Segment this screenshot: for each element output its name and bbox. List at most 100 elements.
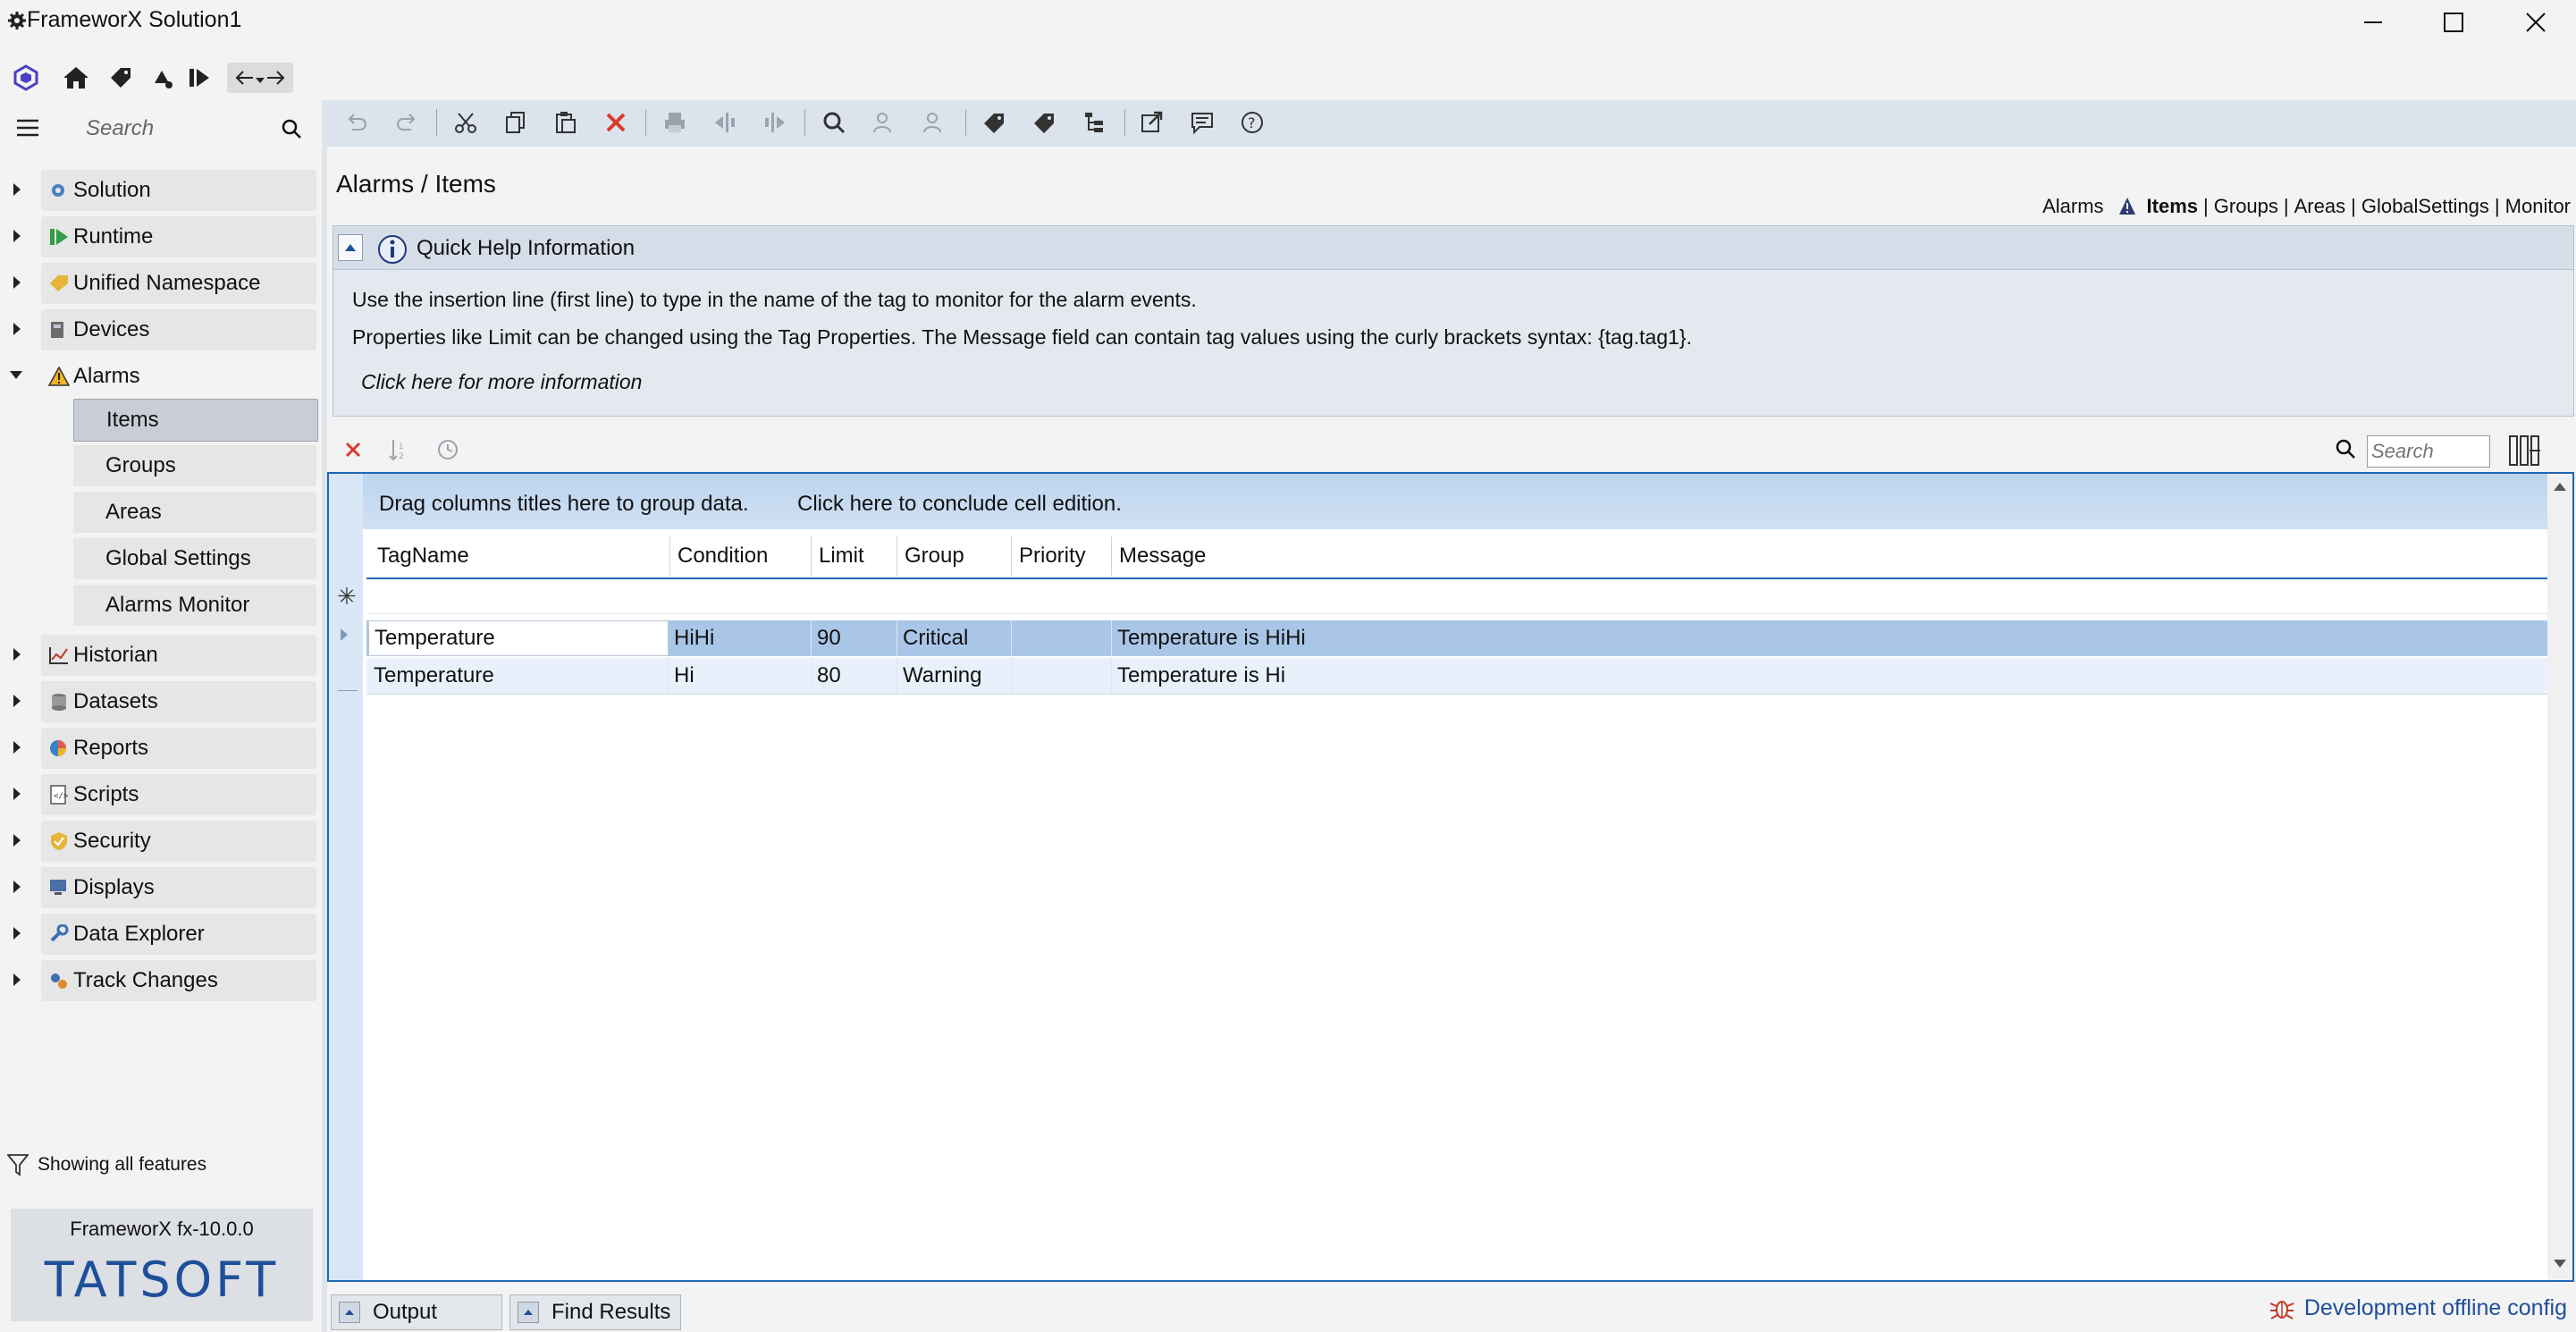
column-chooser-icon[interactable] — [2508, 434, 2542, 467]
cube-icon[interactable] — [11, 63, 41, 93]
link-alarms[interactable]: Alarms — [2042, 195, 2103, 218]
undo-icon[interactable] — [341, 107, 372, 138]
tags-icon[interactable] — [105, 63, 136, 93]
cell-tagname[interactable]: Temperature — [368, 658, 669, 694]
sidebar-item-data-explorer[interactable]: Data Explorer — [41, 914, 316, 955]
expand-arrow-icon[interactable] — [13, 275, 23, 290]
vertical-scrollbar[interactable] — [2547, 474, 2572, 1280]
sidebar-search-icon[interactable] — [281, 118, 302, 139]
cut-icon[interactable] — [450, 107, 481, 138]
grid-search-input[interactable] — [2367, 435, 2490, 468]
cell-message[interactable]: Temperature is Hi — [1112, 658, 2542, 694]
collapse-arrow-icon[interactable] — [9, 370, 22, 384]
cell-priority[interactable] — [1012, 620, 1112, 656]
feature-filter[interactable]: Showing all features — [7, 1153, 206, 1176]
link-monitor[interactable]: Monitor — [2505, 195, 2571, 218]
link-globalsettings[interactable]: GlobalSettings — [2361, 195, 2489, 218]
sidebar-item-scripts[interactable]: </> Scripts — [41, 774, 316, 815]
collapse-help-button[interactable] — [338, 234, 363, 261]
run-icon[interactable] — [184, 63, 215, 93]
open-external-icon[interactable] — [1137, 107, 1167, 138]
column-header-group[interactable]: Group — [897, 536, 1012, 576]
column-header-tagname[interactable]: TagName — [370, 536, 670, 576]
conclude-edit-link[interactable]: Click here to conclude cell edition. — [797, 492, 1122, 517]
sidebar-subitem-areas[interactable]: Areas — [73, 492, 316, 533]
sidebar-item-historian[interactable]: Historian — [41, 635, 316, 676]
hierarchy-icon[interactable] — [1080, 107, 1110, 138]
sidebar-subitem-items[interactable]: Items — [73, 399, 318, 442]
delete-icon[interactable] — [601, 107, 631, 138]
hamburger-menu-icon[interactable] — [16, 118, 39, 138]
cell-group[interactable]: Warning — [897, 658, 1012, 694]
cell-condition[interactable]: Hi — [669, 658, 812, 694]
expand-arrow-icon[interactable] — [13, 740, 23, 755]
help-icon[interactable]: ? — [1237, 107, 1267, 138]
sidebar-item-solution[interactable]: Solution — [41, 170, 316, 211]
history-icon[interactable] — [436, 438, 459, 461]
expand-arrow-icon[interactable] — [13, 647, 23, 662]
import-icon[interactable] — [710, 107, 740, 138]
sidebar-item-track-changes[interactable]: Track Changes — [41, 960, 316, 1001]
expand-arrow-icon[interactable] — [13, 973, 23, 987]
expand-arrow-icon[interactable] — [13, 880, 23, 894]
insertion-row[interactable] — [366, 579, 2547, 614]
find-results-tab[interactable]: Find Results — [509, 1294, 681, 1330]
sidebar-item-security[interactable]: Security — [41, 821, 316, 862]
more-info-link[interactable]: Click here for more information — [361, 370, 642, 394]
sidebar-item-runtime[interactable]: Runtime — [41, 216, 316, 257]
cell-group[interactable]: Critical — [897, 620, 1012, 656]
output-tab[interactable]: Output — [331, 1294, 502, 1330]
cell-condition[interactable]: HiHi — [669, 620, 812, 656]
sidebar-item-datasets[interactable]: Datasets — [41, 681, 316, 722]
tag-refresh-icon[interactable] — [1030, 107, 1060, 138]
sidebar-subitem-global-settings[interactable]: Global Settings — [73, 538, 316, 579]
paint-icon[interactable] — [147, 63, 177, 93]
scroll-up-icon[interactable] — [2553, 481, 2567, 492]
column-header-priority[interactable]: Priority — [1012, 536, 1112, 576]
cell-limit[interactable]: 90 — [812, 620, 897, 656]
expand-arrow-icon[interactable] — [13, 229, 23, 243]
sidebar-subitem-groups[interactable]: Groups — [73, 445, 316, 486]
expand-arrow-icon[interactable] — [13, 787, 23, 801]
column-header-condition[interactable]: Condition — [670, 536, 812, 576]
maximize-button[interactable] — [2413, 0, 2494, 45]
link-areas[interactable]: Areas — [2294, 195, 2345, 218]
clear-filter-icon[interactable] — [343, 440, 363, 459]
tag-check-icon[interactable] — [980, 107, 1010, 138]
forward-arrow-icon[interactable] — [266, 69, 286, 87]
expand-arrow-icon[interactable] — [13, 322, 23, 336]
minimize-button[interactable] — [2333, 0, 2413, 45]
print-icon[interactable] — [660, 107, 690, 138]
expand-arrow-icon[interactable] — [13, 833, 23, 847]
cell-limit[interactable]: 80 — [812, 658, 897, 694]
expand-arrow-icon[interactable] — [13, 182, 23, 197]
expand-arrow-icon[interactable] — [13, 926, 23, 940]
back-forward-nav[interactable] — [227, 63, 293, 93]
redo-icon[interactable] — [391, 107, 422, 138]
find-icon[interactable] — [819, 107, 849, 138]
scroll-down-icon[interactable] — [2553, 1259, 2567, 1269]
cell-message[interactable]: Temperature is HiHi — [1112, 620, 2542, 656]
export-icon[interactable] — [760, 107, 790, 138]
copy-icon[interactable] — [501, 107, 531, 138]
sidebar-item-devices[interactable]: Devices — [41, 309, 316, 350]
expand-arrow-icon[interactable] — [13, 694, 23, 708]
sort-icon[interactable]: 12 — [388, 438, 411, 461]
comment-icon[interactable] — [1187, 107, 1217, 138]
history-dropdown-icon[interactable] — [254, 69, 266, 87]
paste-icon[interactable] — [551, 107, 581, 138]
sidebar-subitem-alarms-monitor[interactable]: Alarms Monitor — [73, 585, 316, 626]
close-button[interactable] — [2496, 0, 2576, 45]
link-groups[interactable]: Groups — [2214, 195, 2278, 218]
quick-help-header[interactable] — [333, 225, 2574, 270]
home-icon[interactable] — [61, 63, 91, 93]
find-next-icon[interactable] — [919, 107, 949, 138]
cell-tagname[interactable]: Temperature — [368, 620, 669, 656]
sidebar-search-input[interactable]: Search — [86, 116, 154, 141]
column-header-limit[interactable]: Limit — [812, 536, 897, 576]
sidebar-item-unified-namespace[interactable]: Unified Namespace — [41, 263, 316, 304]
cell-priority[interactable] — [1012, 658, 1112, 694]
sidebar-item-alarms[interactable]: Alarms — [41, 356, 316, 397]
sidebar-item-displays[interactable]: Displays — [41, 867, 316, 908]
link-items[interactable]: Items — [2147, 195, 2198, 218]
